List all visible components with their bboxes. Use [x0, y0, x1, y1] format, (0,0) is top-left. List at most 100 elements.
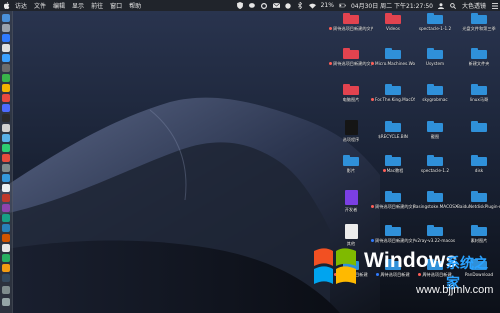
desktop-item-text: Mac教程 — [386, 168, 404, 173]
windows-logo-icon — [314, 248, 356, 284]
desktop-item[interactable]: 截图 — [414, 120, 456, 139]
app-store-icon[interactable] — [2, 54, 10, 62]
notification-icon[interactable] — [285, 2, 292, 9]
desktop-item[interactable]: spectacle-1-1.2 — [414, 12, 456, 31]
desktop-item-label: skygrobmac — [422, 97, 447, 102]
desktop-item[interactable]: Micro.Machines.Worl...IVATED — [371, 47, 415, 66]
app-purple-icon[interactable] — [2, 204, 10, 212]
bluetooth-icon[interactable] — [297, 2, 304, 9]
desktop-item-label: 周待选项目新建的文件夹 8 — [371, 204, 415, 209]
menu-window[interactable]: 窗口 — [110, 1, 122, 10]
desktop-item[interactable]: For.The.King.MacOS...IVATED — [371, 83, 415, 102]
settings-icon[interactable] — [261, 2, 268, 9]
messages-icon[interactable] — [2, 74, 10, 82]
folder-icon — [427, 191, 443, 202]
folder-icon — [385, 191, 401, 202]
desktop-item-label: 开发者 — [345, 207, 358, 212]
dock — [0, 11, 13, 313]
app-orange-icon[interactable] — [2, 234, 10, 242]
launchpad-icon[interactable] — [2, 24, 10, 32]
textedit-icon[interactable] — [2, 184, 10, 192]
spotlight-search-icon[interactable] — [450, 2, 457, 9]
folder-icon — [471, 121, 487, 132]
app-yellow-icon[interactable] — [2, 264, 10, 272]
xcode-icon[interactable] — [2, 174, 10, 182]
desktop-item-label: 周待选项目新建的文件夹 4 — [329, 61, 373, 66]
desktop-item[interactable]: 开发者 — [330, 190, 372, 212]
color-tag-icon — [329, 62, 332, 65]
chrome-icon[interactable] — [2, 44, 10, 52]
color-tag-icon — [329, 27, 332, 30]
music-icon[interactable] — [2, 154, 10, 162]
clock[interactable]: 04月30日 周二 下午21:27:50 — [351, 1, 433, 10]
desktop-item[interactable]: disk — [458, 154, 500, 173]
menu-finder[interactable]: 访达 — [15, 1, 27, 10]
menu-go[interactable]: 前往 — [91, 1, 103, 10]
menu-view[interactable]: 显示 — [72, 1, 84, 10]
folder-icon — [471, 13, 487, 24]
qq-icon[interactable] — [2, 134, 10, 142]
desktop-item-text: $RECYCLE.BIN — [378, 134, 408, 139]
desktop-item[interactable]: Basingstoke.MACOSX-GOG — [413, 190, 457, 209]
shield-icon[interactable] — [237, 2, 244, 9]
wechat-icon[interactable] — [248, 2, 256, 9]
desktop-item[interactable]: 周待选项目新建的文件夹 4 — [329, 47, 373, 66]
mail-icon[interactable] — [272, 2, 280, 9]
input-method[interactable]: 大色透镜 — [462, 1, 486, 10]
finder-icon[interactable] — [2, 14, 10, 22]
app-green-icon[interactable] — [2, 254, 10, 262]
desktop-item-text: Usystem — [425, 61, 445, 66]
desktop-item[interactable]: BaiduNetdiskPlugin-ma...-master — [457, 190, 500, 209]
desktop-item[interactable] — [458, 120, 500, 134]
desktop-item[interactable]: 电脑图片 — [330, 83, 372, 102]
notes-icon[interactable] — [2, 84, 10, 92]
desktop-item[interactable]: linux马哥 — [458, 83, 500, 102]
trash-icon[interactable] — [2, 298, 10, 306]
battery-percent: 21% — [320, 2, 334, 9]
desktop-item-text: 开发者 — [344, 207, 358, 212]
wifi-icon[interactable] — [308, 2, 316, 9]
desktop-item[interactable]: 周待选项目新建的文件夹 5 — [329, 12, 373, 31]
desktop-item[interactable]: 选项程序 — [330, 120, 372, 142]
desktop-item[interactable]: Usystem — [414, 47, 456, 66]
app-red-icon[interactable] — [2, 194, 10, 202]
folder-icon — [471, 48, 487, 59]
safari-icon[interactable] — [2, 34, 10, 42]
desktop-item[interactable]: 周待选项目新建的文件夹 8 — [371, 190, 415, 209]
desktop-item[interactable]: Mac教程 — [372, 154, 414, 173]
wechat-app-icon[interactable] — [2, 144, 10, 152]
desktop-item-text: Micro.Machines.Worl...IVATED — [375, 61, 415, 66]
desktop-item-text: skygrobmac — [422, 97, 448, 102]
app-white-icon[interactable] — [2, 244, 10, 252]
app-dark-icon[interactable] — [2, 274, 10, 282]
app-blue-icon[interactable] — [2, 224, 10, 232]
calendar-icon[interactable] — [2, 94, 10, 102]
system-preferences-icon[interactable] — [2, 64, 10, 72]
downloads-stack-icon[interactable] — [2, 286, 10, 294]
menu-help[interactable]: 帮助 — [129, 1, 141, 10]
desktop-item[interactable]: 影片 — [330, 154, 372, 173]
desktop-item[interactable]: 新建文件夹 — [458, 47, 500, 66]
app-teal-icon[interactable] — [2, 214, 10, 222]
color-tag-icon — [371, 98, 374, 101]
mail-app-icon[interactable] — [2, 104, 10, 112]
apple-menu-icon[interactable] — [3, 2, 10, 9]
menu-file[interactable]: 文件 — [34, 1, 46, 10]
desktop-item-text: For.The.King.MacOS...IVATED — [375, 97, 415, 102]
desktop-item-text: spectacle-1-1.2 — [418, 26, 452, 31]
desktop-item[interactable]: $RECYCLE.BIN — [372, 120, 414, 139]
user-icon[interactable] — [438, 2, 445, 9]
preview-icon[interactable] — [2, 124, 10, 132]
app-icon — [344, 120, 358, 135]
desktop-item[interactable]: spectacle-1.2 — [414, 154, 456, 173]
photos-icon[interactable] — [2, 164, 10, 172]
desktop-item[interactable]: Videos — [372, 12, 414, 31]
desktop-item[interactable]: 光盘文件和第三季 — [458, 12, 500, 31]
desktop-item-text: 周待选项目新建的文件夹 4 — [333, 61, 373, 66]
terminal-icon[interactable] — [2, 114, 10, 122]
folder-icon — [427, 155, 443, 166]
menu-edit[interactable]: 编辑 — [53, 1, 65, 10]
list-icon[interactable] — [491, 2, 498, 9]
desktop-item[interactable]: skygrobmac — [414, 83, 456, 102]
battery-icon[interactable] — [338, 2, 346, 9]
